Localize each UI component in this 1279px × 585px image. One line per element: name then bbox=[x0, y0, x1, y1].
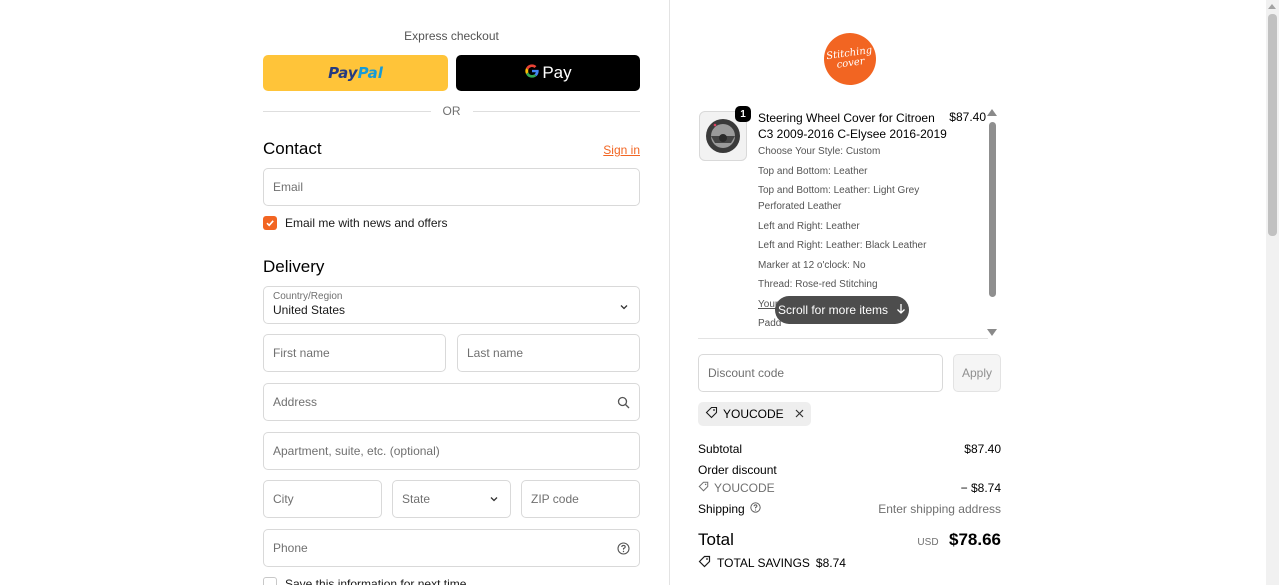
help-circle-icon[interactable] bbox=[616, 541, 630, 555]
product-option: Marker at 12 o'clock: No bbox=[758, 259, 866, 271]
zip-code-placeholder: ZIP code bbox=[531, 492, 579, 506]
scroll-down-arrow-icon[interactable] bbox=[987, 329, 997, 336]
scroll-up-arrow-icon[interactable] bbox=[987, 109, 997, 116]
product-option: Choose Your Style: Custom bbox=[758, 146, 881, 157]
discount-value: − $8.74 bbox=[960, 481, 1001, 495]
save-info-label: Save this information for next time bbox=[285, 577, 467, 585]
phone-field[interactable]: Phone bbox=[263, 529, 640, 567]
google-pay-button[interactable]: Pay bbox=[456, 55, 640, 91]
total-label: Total bbox=[698, 530, 734, 549]
news-offers-label: Email me with news and offers bbox=[285, 216, 448, 230]
paypal-label-pay: Pay bbox=[328, 64, 358, 82]
currency-code: USD bbox=[917, 537, 939, 548]
subtotal-row: Subtotal $87.40 bbox=[698, 442, 1001, 456]
city-placeholder: City bbox=[273, 492, 294, 506]
chevron-down-icon bbox=[619, 299, 629, 317]
last-name-placeholder: Last name bbox=[467, 346, 524, 360]
total-value: $78.66 bbox=[949, 530, 1001, 549]
cart-scroll-thumb[interactable] bbox=[989, 122, 996, 297]
total-savings-value: $8.74 bbox=[815, 556, 846, 570]
email-placeholder: Email bbox=[273, 180, 304, 194]
discount-code-row: YOUCODE − $8.74 bbox=[698, 481, 1001, 495]
first-name-field[interactable]: First name bbox=[263, 334, 446, 372]
applied-discount-code: YOUCODE bbox=[723, 407, 784, 421]
product-option: Top and Bottom: Leather bbox=[758, 165, 868, 177]
country-value: United States bbox=[273, 303, 346, 317]
state-select[interactable]: State bbox=[392, 480, 511, 518]
check-icon bbox=[266, 220, 274, 227]
product-option: Top and Bottom: Leather: Light Grey Perf… bbox=[758, 185, 920, 212]
or-line-left bbox=[263, 110, 431, 112]
first-name-placeholder: First name bbox=[273, 346, 330, 360]
city-field[interactable]: City bbox=[263, 480, 382, 518]
applied-discount-tag: YOUCODE bbox=[698, 402, 811, 426]
news-offers-checkbox[interactable] bbox=[263, 216, 277, 230]
news-offers-option: Email me with news and offers bbox=[263, 216, 448, 230]
google-g-icon bbox=[524, 63, 540, 84]
delivery-title: Delivery bbox=[263, 257, 325, 276]
phone-placeholder: Phone bbox=[273, 541, 308, 555]
address-placeholder: Address bbox=[273, 395, 318, 409]
or-label: OR bbox=[442, 104, 461, 118]
tag-icon bbox=[698, 555, 711, 571]
order-summary-column: Stitching cover 1 Steering Wheel Cover f… bbox=[670, 0, 1266, 585]
scroll-more-items-button[interactable]: Scroll for more items bbox=[775, 296, 909, 324]
save-info-option: Save this information for next time bbox=[263, 577, 466, 585]
steering-wheel-icon bbox=[706, 119, 740, 153]
save-info-checkbox[interactable] bbox=[263, 577, 277, 585]
remove-discount-close-icon[interactable] bbox=[795, 407, 804, 421]
total-row: Total USD $78.66 bbox=[698, 530, 1001, 550]
sign-in-link[interactable]: Sign in bbox=[580, 143, 640, 157]
shipping-label: Shipping bbox=[698, 502, 745, 516]
subtotal-label: Subtotal bbox=[698, 442, 743, 456]
product-option: Left and Right: Leather bbox=[758, 220, 860, 232]
paypal-button[interactable]: Pay Pal bbox=[263, 55, 448, 91]
tag-icon bbox=[698, 481, 709, 495]
discount-code-name: YOUCODE bbox=[714, 481, 775, 495]
discount-code-placeholder: Discount code bbox=[708, 366, 785, 380]
express-checkout-title: Express checkout bbox=[404, 29, 499, 43]
total-savings-label: TOTAL SAVINGS bbox=[717, 556, 810, 570]
zip-code-field[interactable]: ZIP code bbox=[521, 480, 640, 518]
apartment-placeholder: Apartment, suite, etc. (optional) bbox=[273, 444, 440, 458]
apply-discount-button[interactable]: Apply bbox=[953, 354, 1001, 392]
product-title: Steering Wheel Cover for Citroen C3 2009… bbox=[758, 111, 947, 141]
discount-code-field[interactable]: Discount code bbox=[698, 354, 943, 392]
tag-icon bbox=[705, 406, 718, 422]
shipping-value: Enter shipping address bbox=[878, 502, 1001, 516]
subtotal-value: $87.40 bbox=[964, 442, 1001, 456]
search-icon bbox=[616, 395, 630, 409]
page-scroll-thumb[interactable] bbox=[1268, 14, 1277, 236]
scroll-more-label: Scroll for more items bbox=[777, 303, 889, 317]
page-scrollbar[interactable] bbox=[1266, 0, 1279, 585]
country-label: Country/Region bbox=[273, 291, 343, 302]
product-option: Left and Right: Leather: Black Leather bbox=[758, 240, 927, 251]
country-select[interactable]: Country/Region United States bbox=[263, 286, 640, 324]
checkout-form-column: Express checkout Pay Pal Pay OR Contact S… bbox=[0, 0, 669, 585]
cart-scrollbar[interactable] bbox=[987, 107, 997, 336]
shipping-row: Shipping Enter shipping address bbox=[698, 502, 1001, 516]
paypal-label-pal: Pal bbox=[357, 64, 383, 82]
total-savings-row: TOTAL SAVINGS $8.74 bbox=[698, 555, 846, 571]
page-scroll-up-icon[interactable] bbox=[1268, 4, 1276, 9]
last-name-field[interactable]: Last name bbox=[457, 334, 640, 372]
store-logo[interactable]: Stitching cover bbox=[820, 29, 880, 89]
quantity-badge: 1 bbox=[735, 106, 751, 122]
order-discount-label: Order discount bbox=[698, 463, 777, 477]
apartment-field[interactable]: Apartment, suite, etc. (optional) bbox=[263, 432, 640, 470]
product-price: $87.40 bbox=[949, 110, 986, 124]
contact-title: Contact bbox=[263, 139, 322, 158]
arrow-down-icon bbox=[896, 303, 906, 317]
state-placeholder: State bbox=[402, 492, 431, 506]
chevron-down-icon bbox=[487, 492, 501, 506]
google-pay-label: Pay bbox=[542, 63, 572, 82]
product-option: Thread: Rose-red Stitching bbox=[758, 279, 878, 290]
order-discount-row: Order discount bbox=[698, 463, 1001, 477]
help-circle-icon[interactable] bbox=[750, 502, 761, 516]
or-separator: OR bbox=[263, 104, 640, 118]
address-field[interactable]: Address bbox=[263, 383, 640, 421]
or-line-right bbox=[472, 110, 640, 112]
cart-divider bbox=[698, 338, 988, 339]
email-field[interactable]: Email bbox=[263, 168, 640, 206]
